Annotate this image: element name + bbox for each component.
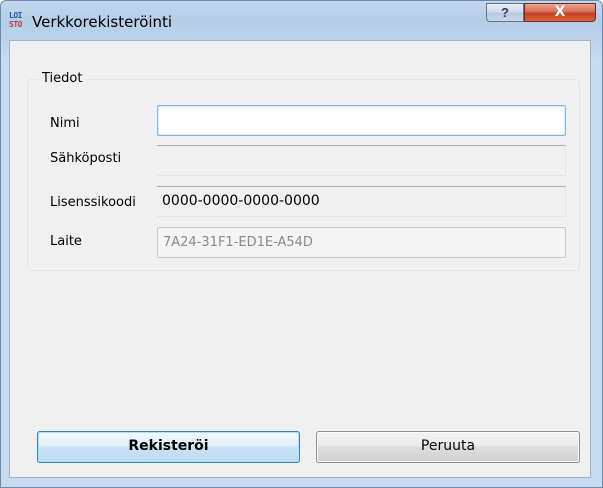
cancel-button[interactable]: Peruuta bbox=[316, 431, 580, 463]
groupbox-title: Tiedot bbox=[38, 71, 87, 86]
register-button[interactable]: Rekisteröi bbox=[37, 431, 300, 463]
close-button[interactable]: X bbox=[524, 3, 596, 22]
window-title: Verkkorekisteröinti bbox=[32, 13, 173, 31]
app-logo-bottom-text: STO bbox=[9, 20, 22, 29]
title-bar[interactable]: LOI STO Verkkorekisteröinti ? X bbox=[1, 1, 602, 41]
app-logo-top-text: LOI bbox=[9, 11, 22, 20]
device-label: Laite bbox=[50, 234, 82, 249]
app-logo-icon: LOI STO bbox=[9, 11, 25, 33]
device-id-field: 7A24-31F1-ED1E-A54D bbox=[157, 227, 566, 258]
license-code-label: Lisenssikoodi bbox=[50, 195, 136, 210]
help-button[interactable]: ? bbox=[486, 3, 524, 22]
license-code-input[interactable]: 0000-0000-0000-0000 bbox=[157, 186, 566, 217]
email-input[interactable] bbox=[157, 145, 566, 176]
name-input[interactable] bbox=[157, 105, 566, 136]
email-label: Sähköposti bbox=[50, 151, 122, 166]
name-label: Nimi bbox=[50, 116, 80, 131]
